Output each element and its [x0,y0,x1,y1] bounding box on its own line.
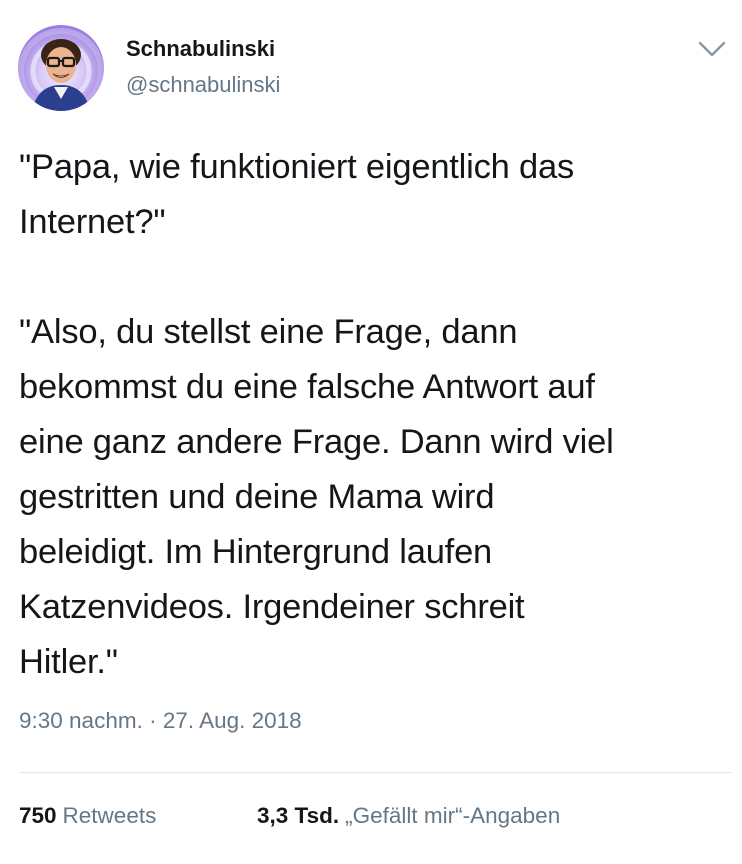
retweets-count: 750 [19,803,57,828]
divider [19,772,732,773]
avatar-portrait-icon [18,28,104,111]
likes-label: „Gefällt mir“-Angaben [345,803,561,828]
retweets-label: Retweets [62,803,157,828]
likes-count: 3,3 Tsd. [257,803,340,828]
tweet-text: "Papa, wie funktioniert eigentlich das I… [19,148,614,681]
retweets-stat[interactable]: 750 Retweets [19,803,156,829]
chevron-down-icon[interactable] [697,38,727,60]
likes-stat[interactable]: 3,3 Tsd. „Gefällt mir“-Angaben [257,803,560,829]
author-handle[interactable]: @schnabulinski [126,72,280,98]
avatar[interactable] [18,25,104,111]
tweet-timestamp[interactable]: 9:30 nachm. · 27. Aug. 2018 [19,708,302,734]
tweet-card: Schnabulinski @schnabulinski "Papa, wie … [0,0,742,864]
author-name[interactable]: Schnabulinski [126,36,275,62]
